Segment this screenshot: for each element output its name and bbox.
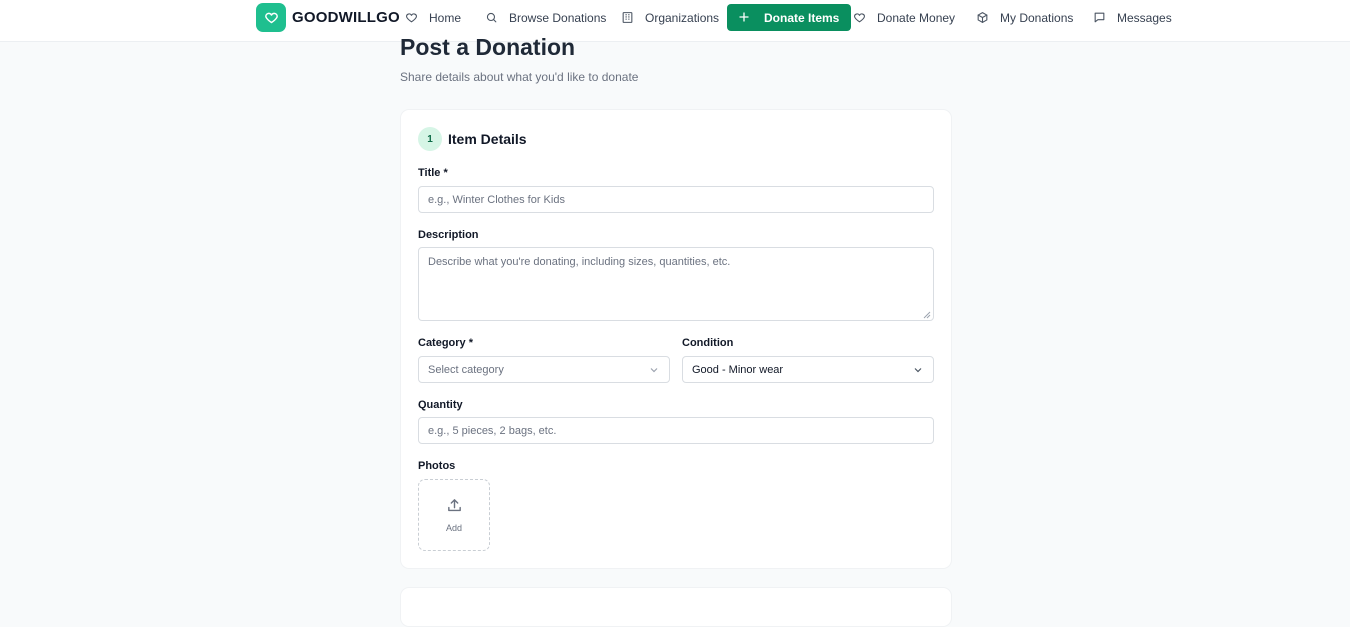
resize-handle-icon[interactable]: [923, 310, 931, 319]
condition-label: Condition: [682, 337, 734, 349]
title-label: Title *: [418, 167, 448, 179]
plus-icon: [738, 11, 752, 25]
category-select[interactable]: Select category: [418, 356, 670, 383]
photos-label: Photos: [418, 460, 456, 472]
category-value: Select category: [428, 363, 504, 376]
top-navigation-bar: GOODWILLGO Home Browse Donations Organiz…: [0, 0, 1350, 42]
description-label: Description: [418, 229, 479, 241]
description-textarea[interactable]: Describe what you're donating, including…: [418, 247, 934, 321]
chevron-down-icon: [649, 365, 659, 375]
quantity-label: Quantity: [418, 399, 463, 411]
description-placeholder: Describe what you're donating, including…: [428, 256, 731, 268]
nav-my-donations-label: My Donations: [1000, 10, 1074, 25]
building-icon: [621, 11, 635, 25]
title-input[interactable]: e.g., Winter Clothes for Kids: [418, 186, 934, 213]
package-icon: [976, 11, 990, 25]
quantity-placeholder: e.g., 5 pieces, 2 bags, etc.: [428, 424, 557, 437]
brand[interactable]: GOODWILLGO: [256, 3, 400, 32]
next-section-card: [400, 587, 952, 627]
nav-browse-donations[interactable]: Browse Donations: [485, 4, 606, 31]
message-icon: [1093, 11, 1107, 25]
nav-my-donations[interactable]: My Donations: [976, 4, 1073, 31]
title-placeholder: e.g., Winter Clothes for Kids: [428, 193, 565, 206]
nav-messages-label: Messages: [1117, 10, 1172, 25]
nav-home-label: Home: [429, 10, 462, 25]
page-subtitle: Share details about what you'd like to d…: [400, 70, 639, 84]
brand-name: GOODWILLGO: [292, 9, 400, 26]
quantity-input[interactable]: e.g., 5 pieces, 2 bags, etc.: [418, 417, 934, 444]
condition-select[interactable]: Good - Minor wear: [682, 356, 934, 383]
add-photo-label: Add: [445, 523, 462, 533]
upload-icon: [446, 497, 463, 519]
page-title: Post a Donation: [400, 34, 576, 60]
step-badge: 1: [418, 127, 442, 151]
chevron-down-icon: [913, 365, 923, 375]
nav-home[interactable]: Home: [405, 4, 461, 31]
nav-donate-money[interactable]: Donate Money: [853, 4, 955, 31]
search-icon: [485, 11, 499, 25]
nav-browse-label: Browse Donations: [509, 10, 607, 25]
heart-icon: [405, 11, 419, 25]
nav-organizations-label: Organizations: [645, 10, 720, 25]
nav-donate-money-label: Donate Money: [877, 10, 956, 25]
section-title: Item Details: [448, 131, 527, 147]
heart-icon: [853, 11, 867, 25]
nav-donate-items-button[interactable]: Donate Items: [727, 4, 852, 31]
category-label: Category *: [418, 337, 474, 349]
heart-logo-icon: [256, 3, 286, 32]
nav-messages[interactable]: Messages: [1093, 4, 1172, 31]
nav-organizations[interactable]: Organizations: [621, 4, 719, 31]
add-photo-button[interactable]: Add: [418, 479, 490, 551]
condition-value: Good - Minor wear: [692, 363, 784, 376]
nav-donate-items-label: Donate Items: [764, 10, 840, 25]
